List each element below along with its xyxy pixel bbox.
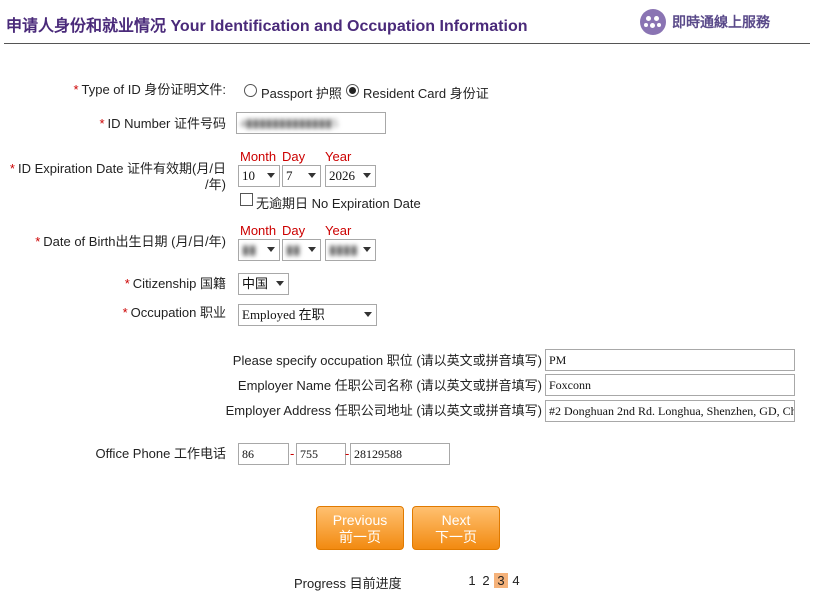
employer-address-label: Employer Address 任职公司地址 (请以英文或拼音填写): [225, 403, 542, 418]
live-service-label: 即時通線上服務: [672, 14, 770, 30]
progress-step-current: 3: [494, 573, 508, 588]
live-service-link[interactable]: 即時通線上服務: [640, 8, 770, 36]
expiration-year-header: Year: [325, 149, 352, 164]
expiration-year-select[interactable]: 2026: [325, 165, 376, 187]
employer-address-input[interactable]: #2 Donghuan 2nd Rd. Longhua, Shenzhen, G…: [545, 400, 795, 422]
citizenship-select[interactable]: 中国: [238, 273, 289, 295]
next-button[interactable]: Next 下一页: [412, 506, 500, 550]
dob-month-header: Month: [240, 223, 277, 238]
employer-name-label: Employer Name 任职公司名称 (请以英文或拼音填写): [237, 378, 542, 393]
chevron-down-icon: [276, 281, 284, 286]
no-expiration-checkbox[interactable]: [240, 193, 253, 206]
phone-area-code-input[interactable]: 755: [296, 443, 346, 465]
id-number-label: * ID Number 证件号码: [99, 116, 226, 131]
progress-step-1: 1: [468, 573, 476, 588]
office-phone-label: Office Phone 工作电话: [95, 446, 226, 461]
page-title: 申请人身份和就业情况 Your Identification and Occup…: [6, 18, 528, 35]
id-type-label: * Type of ID 身份证明文件:: [73, 82, 226, 97]
expiration-month-select[interactable]: 10: [238, 165, 280, 187]
dob-year-header: Year: [325, 223, 352, 238]
expiration-label: * ID Expiration Date 证件有效期(月/日/年): [9, 161, 226, 192]
chevron-down-icon: [267, 247, 275, 252]
resident-card-radio[interactable]: [346, 84, 359, 97]
dob-label: * Date of Birth出生日期 (月/日/年): [35, 234, 226, 249]
chevron-down-icon: [308, 173, 316, 178]
id-number-input[interactable]: 4▮▮▮▮▮▮▮▮▮▮▮▮▮5: [236, 112, 386, 134]
occupation-select[interactable]: Employed 在职: [238, 304, 377, 326]
chevron-down-icon: [363, 173, 371, 178]
chevron-down-icon: [267, 173, 275, 178]
dob-year-select[interactable]: ▮▮▮▮: [325, 239, 376, 261]
previous-button[interactable]: Previous 前一页: [316, 506, 404, 550]
dob-month-select[interactable]: ▮▮: [238, 239, 280, 261]
page-header: 申请人身份和就业情况 Your Identification and Occup…: [0, 0, 814, 46]
header-divider: [4, 43, 810, 44]
citizenship-label: * Citizenship 国籍: [124, 276, 226, 291]
resident-card-radio-label[interactable]: Resident Card 身份证: [363, 83, 489, 102]
employer-name-input[interactable]: Foxconn: [545, 374, 795, 396]
passport-radio[interactable]: [244, 84, 257, 97]
specify-occupation-label: Please specify occupation 职位 (请以英文或拼音填写): [232, 353, 542, 368]
expiration-day-header: Day: [282, 149, 306, 164]
passport-radio-label[interactable]: Passport 护照: [261, 83, 342, 102]
phone-number-input[interactable]: 28129588: [350, 443, 450, 465]
expiration-month-header: Month: [240, 149, 277, 164]
specify-occupation-input[interactable]: PM: [545, 349, 795, 371]
chevron-down-icon: [308, 247, 316, 252]
progress-label: Progress 目前进度: [294, 576, 402, 591]
dob-day-header: Day: [282, 223, 306, 238]
progress-step-2: 2: [482, 573, 490, 588]
phone-country-code-input[interactable]: 86: [238, 443, 289, 465]
dob-day-select[interactable]: ▮▮: [282, 239, 321, 261]
phone-separator: -: [290, 446, 295, 461]
chat-bubble-icon: [640, 9, 666, 35]
expiration-day-select[interactable]: 7: [282, 165, 321, 187]
no-expiration-label[interactable]: 无逾期日 No Expiration Date: [256, 193, 421, 212]
phone-separator: -: [345, 446, 350, 461]
progress-step-4: 4: [512, 573, 520, 588]
occupation-label: * Occupation 职业: [122, 305, 226, 320]
chevron-down-icon: [364, 312, 372, 317]
chevron-down-icon: [363, 247, 371, 252]
